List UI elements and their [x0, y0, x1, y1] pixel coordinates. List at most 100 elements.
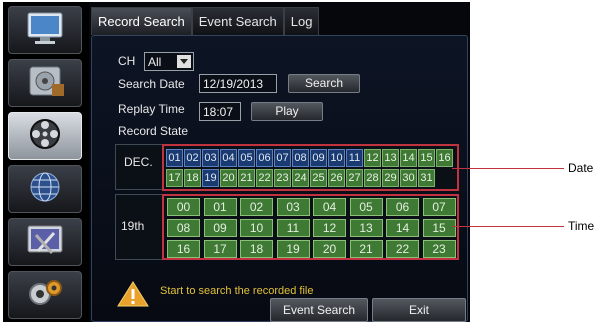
- date-cell[interactable]: 12: [364, 149, 381, 167]
- date-cell[interactable]: 03: [202, 149, 219, 167]
- camera-reel-icon: [22, 115, 68, 158]
- search-button[interactable]: Search: [288, 74, 360, 93]
- replay-time-label: Replay Time: [118, 102, 185, 116]
- date-cell[interactable]: 02: [184, 149, 201, 167]
- channel-select[interactable]: All: [144, 52, 194, 71]
- hour-cell[interactable]: 16: [167, 240, 200, 258]
- date-cell[interactable]: 29: [382, 169, 399, 187]
- tab-event-search[interactable]: Event Search: [191, 7, 284, 35]
- warning-icon: [116, 280, 150, 308]
- hour-cell[interactable]: 01: [203, 198, 237, 216]
- exit-button[interactable]: Exit: [372, 298, 466, 322]
- date-cell[interactable]: 25: [310, 169, 327, 187]
- date-cell[interactable]: 10: [328, 149, 345, 167]
- monitor-icon: [22, 9, 68, 52]
- sidebar-button-settings-gears[interactable]: [8, 271, 82, 319]
- channel-select-value: All: [148, 54, 162, 69]
- month-label: DEC.: [124, 155, 153, 169]
- day-label: 19th: [121, 219, 145, 233]
- date-cell[interactable]: 15: [418, 149, 435, 167]
- ch-label: CH: [118, 54, 136, 68]
- date-cell[interactable]: 27: [346, 169, 363, 187]
- hour-cell[interactable]: 20: [313, 240, 346, 258]
- hour-cell[interactable]: 18: [240, 240, 273, 258]
- date-cell[interactable]: 06: [256, 149, 273, 167]
- date-cell[interactable]: 28: [364, 169, 381, 187]
- tab-record-search[interactable]: Record Search: [91, 7, 192, 35]
- hour-cell[interactable]: 15: [422, 219, 456, 237]
- search-date-input[interactable]: [199, 74, 277, 93]
- date-annotation-line: [452, 168, 564, 169]
- hour-cell[interactable]: 21: [349, 240, 383, 258]
- record-state-label: Record State: [118, 124, 189, 138]
- date-grid: 01 02 03 04 05 06 07 08 09 10 11 12 13 14 15 16 17 18 19 20…: [162, 144, 459, 191]
- date-cell[interactable]: 16: [436, 149, 453, 167]
- hour-cell[interactable]: 03: [276, 198, 310, 216]
- date-cell[interactable]: 11: [346, 149, 363, 167]
- hour-cell[interactable]: 22: [386, 240, 419, 258]
- month-label-box: DEC.: [115, 144, 165, 190]
- date-cell[interactable]: 09: [310, 149, 327, 167]
- hour-cell[interactable]: 13: [349, 219, 383, 237]
- date-annotation: Date: [568, 161, 594, 175]
- date-cell[interactable]: 26: [328, 169, 345, 187]
- disk-icon: [22, 62, 68, 105]
- time-annotation: Time: [568, 219, 595, 233]
- replay-time-input[interactable]: [199, 102, 241, 121]
- time-annotation-line: [452, 226, 564, 227]
- date-cell[interactable]: 13: [382, 149, 399, 167]
- dvr-screen: Record Search Event Search Log CH All Se…: [3, 2, 470, 322]
- record-search-panel: CH All Search Date Search Replay Time Pl…: [91, 35, 468, 322]
- sidebar-button-system-tools[interactable]: [8, 218, 82, 266]
- hour-cell[interactable]: 09: [203, 219, 237, 237]
- sidebar-button-disk[interactable]: [8, 59, 82, 107]
- settings-gears-icon: [22, 274, 68, 317]
- date-cell[interactable]: 18: [184, 169, 201, 187]
- date-cell[interactable]: 04: [220, 149, 237, 167]
- date-cell[interactable]: 19: [202, 169, 219, 187]
- date-cell[interactable]: 30: [400, 169, 417, 187]
- status-bar: Start to search the recorded file Event …: [92, 280, 469, 322]
- date-cell[interactable]: 24: [292, 169, 309, 187]
- date-cell[interactable]: 17: [166, 169, 183, 187]
- hour-cell[interactable]: 17: [203, 240, 237, 258]
- hour-cell[interactable]: 11: [276, 219, 310, 237]
- date-cell[interactable]: 23: [274, 169, 291, 187]
- status-message: Start to search the recorded file: [160, 285, 314, 297]
- tab-log[interactable]: Log: [283, 7, 320, 35]
- date-cell[interactable]: 05: [238, 149, 255, 167]
- date-cell[interactable]: 14: [400, 149, 417, 167]
- date-cell[interactable]: 21: [238, 169, 255, 187]
- tab-bar: Record Search Event Search Log: [91, 7, 320, 35]
- day-label-box: 19th: [115, 194, 165, 260]
- date-cell[interactable]: 08: [292, 149, 309, 167]
- sidebar-button-camera-reel[interactable]: [8, 112, 82, 160]
- hour-cell[interactable]: 04: [313, 198, 346, 216]
- hour-cell[interactable]: 19: [276, 240, 310, 258]
- time-grid: 00 01 02 03 04 05 06 07 08 09 10 11 12 13 14 15 16 17 18 19…: [162, 194, 459, 260]
- date-cell[interactable]: 01: [166, 149, 183, 167]
- search-date-label: Search Date: [118, 77, 185, 91]
- hour-cell[interactable]: 23: [422, 240, 456, 258]
- sidebar-button-network-globe[interactable]: [8, 165, 82, 213]
- sidebar-button-monitor[interactable]: [8, 6, 82, 54]
- hour-cell[interactable]: 06: [386, 198, 419, 216]
- hour-cell[interactable]: 00: [167, 198, 200, 216]
- hour-cell[interactable]: 07: [422, 198, 456, 216]
- hour-cell[interactable]: 10: [240, 219, 273, 237]
- date-cell[interactable]: 22: [256, 169, 273, 187]
- date-cell[interactable]: 31: [418, 169, 435, 187]
- play-button[interactable]: Play: [251, 102, 323, 121]
- network-globe-icon: [22, 168, 68, 211]
- date-cell[interactable]: 07: [274, 149, 291, 167]
- event-search-button[interactable]: Event Search: [270, 298, 368, 322]
- date-cell[interactable]: 20: [220, 169, 237, 187]
- hour-cell[interactable]: 08: [167, 219, 200, 237]
- sidebar: [3, 2, 89, 322]
- hour-cell[interactable]: 14: [386, 219, 419, 237]
- system-tools-icon: [22, 221, 68, 264]
- hour-cell[interactable]: 02: [240, 198, 273, 216]
- chevron-down-icon: [177, 55, 191, 68]
- hour-cell[interactable]: 12: [313, 219, 346, 237]
- hour-cell[interactable]: 05: [349, 198, 383, 216]
